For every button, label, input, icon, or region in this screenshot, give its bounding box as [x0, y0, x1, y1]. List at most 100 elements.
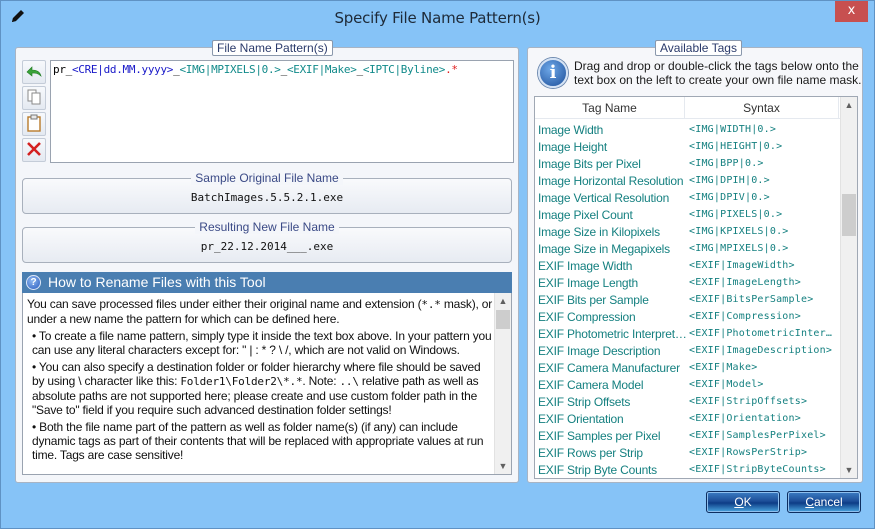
tag-syntax: <EXIF|BitsPerSample> — [689, 294, 814, 305]
tags-scrollbar[interactable]: ▲ ▼ — [840, 97, 857, 478]
help-paragraph: • Both the file name part of the pattern… — [32, 420, 484, 462]
tag-name: EXIF Bits per Sample — [538, 293, 649, 307]
available-tags-group: Available Tags i Drag and drop or double… — [527, 40, 863, 483]
undo-button[interactable] — [22, 60, 46, 84]
tag-row[interactable]: EXIF Camera Manufacturer <EXIF|Make> — [535, 359, 841, 376]
resulting-new-file-name: Resulting New File Name pr_22.12.2014___… — [22, 220, 512, 263]
tags-table: Tag Name Syntax Image Width <IMG|WIDTH|0.… — [534, 96, 858, 479]
tag-syntax: <IMG|HEIGHT|0.> — [689, 141, 783, 152]
result-value: pr_22.12.2014___.exe — [200, 240, 334, 253]
clipboard-icon — [26, 114, 42, 135]
tag-name: EXIF Strip Offsets — [538, 395, 631, 409]
tag-syntax: <IMG|DPIH|0.> — [689, 175, 770, 186]
help-title: How to Rename Files with this Tool — [48, 274, 266, 290]
scroll-down-icon[interactable]: ▼ — [495, 458, 511, 474]
tag-name: EXIF Image Width — [538, 259, 633, 273]
scroll-up-icon[interactable]: ▲ — [495, 293, 511, 309]
tag-name: EXIF Camera Model — [538, 378, 644, 392]
tag-row[interactable]: EXIF Strip Byte Counts <EXIF|StripByteCou… — [535, 461, 841, 478]
sample-value: BatchImages.5.5.2.1.exe — [190, 191, 344, 204]
tag-syntax: <EXIF|Make> — [689, 362, 758, 373]
tag-name: EXIF Photometric Interpret… — [538, 327, 687, 341]
tag-row[interactable]: EXIF Orientation <EXIF|Orientation> — [535, 410, 841, 427]
tag-syntax: <EXIF|StripByteCounts> — [689, 464, 826, 475]
tags-table-header: Tag Name Syntax — [535, 97, 841, 119]
tags-list: Image Width <IMG|WIDTH|0.> Image Height <IM… — [535, 121, 841, 478]
tag-name: EXIF Samples per Pixel — [538, 429, 661, 443]
help-scrollbar[interactable]: ▲ ▼ — [494, 293, 511, 474]
tag-row[interactable]: EXIF Samples per Pixel <EXIF|SamplesPerPi… — [535, 427, 841, 444]
scroll-down-icon[interactable]: ▼ — [841, 462, 857, 478]
tag-name: Image Height — [538, 140, 607, 154]
tag-syntax: <IMG|MPIXELS|0.> — [689, 243, 789, 254]
pattern-token: <IPTC|Byline> — [362, 63, 446, 76]
tag-syntax: <IMG|KPIXELS|0.> — [689, 226, 789, 237]
tag-syntax: <EXIF|ImageDescription> — [689, 345, 833, 356]
tag-row[interactable]: Image Vertical Resolution <IMG|DPIV|0.> — [535, 189, 841, 206]
tag-syntax: <IMG|BPP|0.> — [689, 158, 764, 169]
copy-icon — [26, 88, 42, 109]
tag-row[interactable]: EXIF Strip Offsets <EXIF|StripOffsets> — [535, 393, 841, 410]
tag-row[interactable]: Image Bits per Pixel <IMG|BPP|0.> — [535, 155, 841, 172]
tag-name: EXIF Camera Manufacturer — [538, 361, 680, 375]
tag-row[interactable]: Image Size in Kilopixels <IMG|KPIXELS|0.> — [535, 223, 841, 240]
tag-syntax: <EXIF|Compression> — [689, 311, 801, 322]
tag-name: EXIF Strip Byte Counts — [538, 463, 657, 477]
pattern-token: <CRE|dd.MM.yyyy> — [71, 63, 174, 76]
tag-row[interactable]: Image Pixel Count <IMG|PIXELS|0.> — [535, 206, 841, 223]
tag-row[interactable]: EXIF Photometric Interpret… <EXIF|Photome… — [535, 325, 841, 342]
tag-row[interactable]: Image Width <IMG|WIDTH|0.> — [535, 121, 841, 138]
help-paragraph: • To create a file name pattern, simply … — [32, 329, 492, 357]
tag-syntax: <EXIF|PhotometricInter… — [689, 328, 833, 339]
tag-syntax: <EXIF|Model> — [689, 379, 764, 390]
tag-row[interactable]: Image Height <IMG|HEIGHT|0.> — [535, 138, 841, 155]
tag-syntax: <EXIF|StripOffsets> — [689, 396, 808, 407]
tag-syntax: <IMG|DPIV|0.> — [689, 192, 770, 203]
cancel-button[interactable]: Cancel — [787, 491, 861, 513]
copy-button[interactable] — [22, 86, 46, 110]
tag-row[interactable]: EXIF Compression <EXIF|Compression> — [535, 308, 841, 325]
pattern-input[interactable]: pr_<CRE|dd.MM.yyyy>_<IMG|MPIXELS|0.>_<EX… — [50, 60, 514, 163]
tag-name: Image Size in Kilopixels — [538, 225, 660, 239]
tag-row[interactable]: EXIF Image Length <EXIF|ImageLength> — [535, 274, 841, 291]
tag-name: Image Width — [538, 123, 604, 137]
pattern-token: .* — [445, 63, 458, 76]
help-text-area[interactable]: You can save processed files under eithe… — [22, 293, 512, 475]
tags-group-legend: Available Tags — [655, 40, 742, 56]
close-button[interactable]: x — [835, 1, 868, 22]
tag-row[interactable]: EXIF Rows per Strip <EXIF|RowsPerStrip> — [535, 444, 841, 461]
tag-syntax: <EXIF|ImageWidth> — [689, 260, 795, 271]
tag-row[interactable]: Image Size in Megapixels <IMG|MPIXELS|0.> — [535, 240, 841, 257]
help-paragraph: You can save processed files under eithe… — [27, 297, 493, 326]
sample-label: Sample Original File Name — [191, 171, 343, 185]
tag-row[interactable]: EXIF Bits per Sample <EXIF|BitsPerSample> — [535, 291, 841, 308]
scroll-up-icon[interactable]: ▲ — [841, 97, 857, 113]
ok-button[interactable]: OK — [706, 491, 780, 513]
tags-info-text: Drag and drop or double-click the tags b… — [574, 59, 862, 87]
tag-row[interactable]: EXIF Camera Model <EXIF|Model> — [535, 376, 841, 393]
tag-syntax: <EXIF|RowsPerStrip> — [689, 447, 808, 458]
tag-row[interactable]: EXIF Image Width <EXIF|ImageWidth> — [535, 257, 841, 274]
tag-name: EXIF Image Length — [538, 276, 638, 290]
column-header-tag-name[interactable]: Tag Name — [535, 97, 685, 119]
pattern-group-legend: File Name Pattern(s) — [212, 40, 333, 56]
tag-name: EXIF Rows per Strip — [538, 446, 643, 460]
window-title: Specify File Name Pattern(s) — [334, 9, 541, 27]
tag-name: EXIF Orientation — [538, 412, 624, 426]
tag-row[interactable]: Image Horizontal Resolution <IMG|DPIH|0.> — [535, 172, 841, 189]
result-label: Resulting New File Name — [195, 220, 339, 234]
tag-name: EXIF Compression — [538, 310, 636, 324]
help-paragraph: • You can also specify a destination fol… — [32, 360, 481, 417]
tags-info-banner: i Drag and drop or double-click the tags… — [538, 58, 861, 94]
clear-button[interactable] — [22, 138, 46, 162]
tag-row[interactable]: EXIF Image Description <EXIF|ImageDescrip… — [535, 342, 841, 359]
scroll-thumb[interactable] — [842, 194, 856, 236]
tag-syntax: <EXIF|ImageLength> — [689, 277, 801, 288]
column-header-syntax[interactable]: Syntax — [685, 97, 839, 119]
paste-button[interactable] — [22, 112, 46, 136]
scroll-thumb[interactable] — [496, 310, 510, 329]
tag-syntax: <EXIF|SamplesPerPixel> — [689, 430, 826, 441]
tag-name: Image Bits per Pixel — [538, 157, 641, 171]
tag-name: EXIF Image Description — [538, 344, 661, 358]
tag-syntax: <EXIF|Orientation> — [689, 413, 801, 424]
